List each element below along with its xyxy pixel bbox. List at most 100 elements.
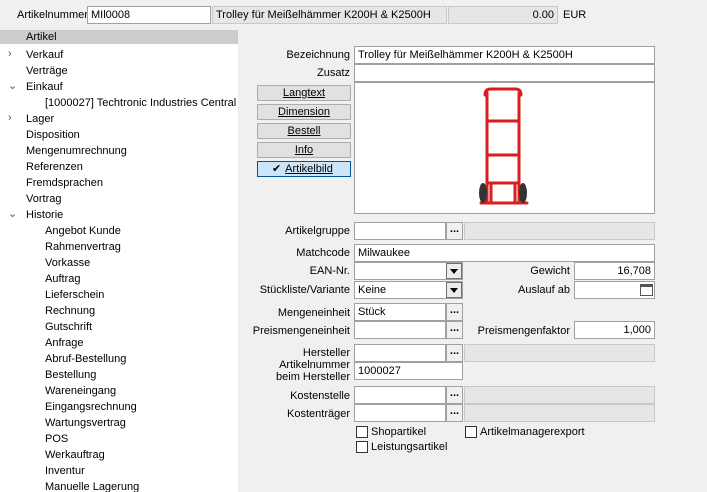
- bezeichnung-input[interactable]: Trolley für Meißelhämmer K200H & K2500H: [354, 46, 655, 64]
- article-title-text: Trolley für Meißelhämmer K200H & K2500H: [216, 9, 431, 21]
- tree-item-history[interactable]: Werkauftrag: [45, 448, 105, 462]
- langtext-button-label: Langtext: [282, 87, 326, 99]
- kostentraeger-label: Kostenträger: [287, 408, 350, 420]
- hersteller-input[interactable]: [354, 344, 446, 362]
- tree-item-label: Wartungsvertrag: [45, 417, 126, 429]
- article-number-input[interactable]: MIl0008: [87, 6, 211, 24]
- artnr-hersteller-input[interactable]: 1000027: [354, 362, 463, 380]
- kostenstelle-label: Kostenstelle: [290, 390, 350, 402]
- tree-item-history[interactable]: Manuelle Lagerung: [45, 480, 139, 492]
- leistungsartikel-label: Leistungsartikel: [371, 441, 448, 453]
- tree-item-history[interactable]: POS: [45, 432, 68, 446]
- checkmark-icon: ✔: [272, 163, 282, 175]
- chevron-down-icon[interactable]: ⌄: [8, 207, 17, 220]
- mengeneinheit-input[interactable]: Stück: [354, 303, 446, 321]
- calendar-icon[interactable]: [640, 284, 653, 296]
- tree-item-label: Auftrag: [45, 273, 81, 285]
- tree-item-label: Wareneingang: [45, 385, 117, 397]
- tree-item-history[interactable]: Rechnung: [45, 304, 95, 318]
- tree-item-verkauf[interactable]: Verkauf: [26, 48, 63, 62]
- tree-item-lager[interactable]: Lager: [26, 112, 54, 126]
- tree-item-history[interactable]: Wareneingang: [45, 384, 116, 398]
- tree-item-history[interactable]: Wartungsvertrag: [45, 416, 126, 430]
- tree-item-history[interactable]: Inventur: [45, 464, 85, 478]
- tree-item-label: Vorkasse: [45, 257, 91, 269]
- tree-item-history[interactable]: Rahmenvertrag: [45, 240, 121, 254]
- kostentraeger-input[interactable]: [354, 404, 446, 422]
- tree-item-history[interactable]: Lieferschein: [45, 288, 104, 302]
- shopartikel-checkbox[interactable]: [356, 426, 368, 438]
- artikelgruppe-input[interactable]: [354, 222, 446, 240]
- kostenstelle-lookup-button[interactable]: ...: [446, 386, 463, 404]
- tree-item-history[interactable]: Auftrag: [45, 272, 80, 286]
- artikelgruppe-lookup-button[interactable]: ...: [446, 222, 463, 240]
- tree-item-history[interactable]: Anfrage: [45, 336, 84, 350]
- tree-item-label: Angebot Kunde: [45, 225, 121, 237]
- tree-item-supplier[interactable]: [1000027] Techtronic Industries Central: [45, 96, 236, 110]
- tree-item-label: Manuelle Lagerung: [45, 481, 140, 492]
- chevron-right-icon[interactable]: ›: [8, 48, 12, 60]
- article-price-text: 0.00: [532, 9, 554, 21]
- tree-item-history[interactable]: Bestellung: [45, 368, 96, 382]
- bestell-button-label: Bestell: [287, 125, 321, 137]
- tree-item-label: Abruf-Bestellung: [45, 353, 127, 365]
- tree-item-vertraege[interactable]: Verträge: [26, 64, 68, 78]
- artikelmanagerexport-label: Artikelmanagerexport: [480, 426, 585, 438]
- tree-item-label: Gutschrift: [45, 321, 93, 333]
- tree-item-history[interactable]: Vorkasse: [45, 256, 90, 270]
- tree-item-label: Inventur: [45, 465, 85, 477]
- chevron-down-icon[interactable]: ⌄: [8, 79, 17, 92]
- tree-item-history[interactable]: Gutschrift: [45, 320, 92, 334]
- article-image-frame: [354, 82, 655, 214]
- tree-item-label: Artikel: [26, 31, 57, 43]
- tree-item-vortrag[interactable]: Vortrag: [26, 192, 61, 206]
- tree-item-label: Eingangsrechnung: [45, 401, 137, 413]
- artikelbild-button[interactable]: ✔ Artikelbild: [257, 161, 351, 177]
- ean-dropdown-button[interactable]: [446, 263, 462, 279]
- tree-item-history[interactable]: Abruf-Bestellung: [45, 352, 126, 366]
- matchcode-input[interactable]: Milwaukee: [354, 244, 655, 262]
- leistungsartikel-checkbox[interactable]: [356, 441, 368, 453]
- tree-item-label: [1000027] Techtronic Industries Central: [45, 97, 237, 109]
- preismengeneinheit-lookup-button[interactable]: ...: [446, 321, 463, 339]
- gewicht-input[interactable]: 16,708: [574, 262, 655, 280]
- bestell-button[interactable]: Bestell: [257, 123, 351, 139]
- chevron-right-icon[interactable]: ›: [8, 112, 12, 124]
- tree-item-mengenumrechnung[interactable]: Mengenumrechnung: [26, 144, 127, 158]
- dimension-button[interactable]: Dimension: [257, 104, 351, 120]
- tree-item-label: Disposition: [26, 129, 80, 141]
- tree-item-label: Anfrage: [45, 337, 84, 349]
- tree-item-label: Verkauf: [26, 49, 64, 61]
- kostentraeger-description: [464, 404, 655, 422]
- tree-item-referenzen[interactable]: Referenzen: [26, 160, 83, 174]
- preismengeneinheit-input[interactable]: [354, 321, 446, 339]
- tree-item-history[interactable]: Angebot Kunde: [45, 224, 121, 238]
- tree-item-label: POS: [45, 433, 69, 445]
- stueckliste-dropdown-button[interactable]: [446, 282, 462, 298]
- tree-item-label: Mengenumrechnung: [26, 145, 127, 157]
- stueckliste-label: Stückliste/Variante: [259, 284, 350, 296]
- kostenstelle-description: [464, 386, 655, 404]
- tree-item-einkauf[interactable]: Einkauf: [26, 80, 63, 94]
- langtext-button[interactable]: Langtext: [257, 85, 351, 101]
- artikelmanagerexport-checkbox[interactable]: [465, 426, 477, 438]
- hersteller-lookup-button[interactable]: ...: [446, 344, 463, 362]
- artnr-hersteller-label-line2: beim Hersteller: [276, 371, 350, 383]
- kostenstelle-input[interactable]: [354, 386, 446, 404]
- auslauf-label: Auslauf ab: [518, 284, 570, 296]
- tree-item-fremdsprachen[interactable]: Fremdsprachen: [26, 176, 103, 190]
- kostentraeger-lookup-button[interactable]: ...: [446, 404, 463, 422]
- navigation-tree[interactable]: Artikel › Verkauf Verträge ⌄ Einkauf [10…: [0, 30, 238, 492]
- tree-item-artikel[interactable]: Artikel: [0, 30, 238, 44]
- tree-item-historie[interactable]: Historie: [26, 208, 63, 222]
- tree-item-label: Vortrag: [26, 193, 62, 205]
- mengeneinheit-lookup-button[interactable]: ...: [446, 303, 463, 321]
- preismengeneinheit-label: Preismengeneinheit: [252, 325, 350, 337]
- artikelgruppe-label: Artikelgruppe: [285, 225, 350, 237]
- tree-item-disposition[interactable]: Disposition: [26, 128, 80, 142]
- zusatz-input[interactable]: [354, 64, 655, 82]
- info-button[interactable]: Info: [257, 142, 351, 158]
- tree-item-history[interactable]: Eingangsrechnung: [45, 400, 137, 414]
- zusatz-label: Zusatz: [316, 67, 350, 79]
- preismengenfaktor-input[interactable]: 1,000: [574, 321, 655, 339]
